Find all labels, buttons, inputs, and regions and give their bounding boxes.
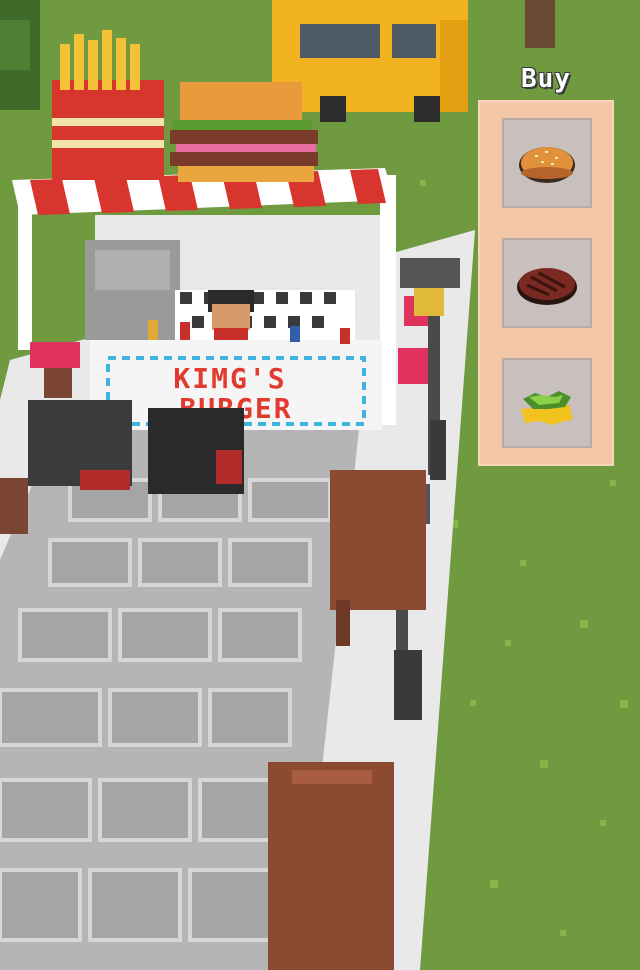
buy-cheese-lettuce-button[interactable] (502, 358, 592, 448)
chef-character (208, 290, 254, 342)
buy-patty-button[interactable] (502, 238, 592, 328)
stand-sign-line1: KIMG'S (173, 362, 286, 395)
buy-bun-button[interactable] (502, 118, 592, 208)
checkered-counter (175, 290, 355, 340)
meat-patty-icon (517, 268, 577, 305)
buy-shop-panel (478, 100, 614, 466)
cheese-lettuce-icon (521, 391, 573, 425)
tree-top-left (0, 0, 40, 110)
buy-title: Buy (521, 64, 571, 94)
park-bench-2 (268, 762, 394, 970)
tree-trunk-top-right (525, 0, 555, 48)
customer-2 (148, 408, 244, 494)
giant-burger-decor (170, 82, 318, 182)
park-bench-left (0, 478, 28, 534)
burger-bun-icon (519, 147, 575, 183)
customer-1 (28, 400, 132, 490)
